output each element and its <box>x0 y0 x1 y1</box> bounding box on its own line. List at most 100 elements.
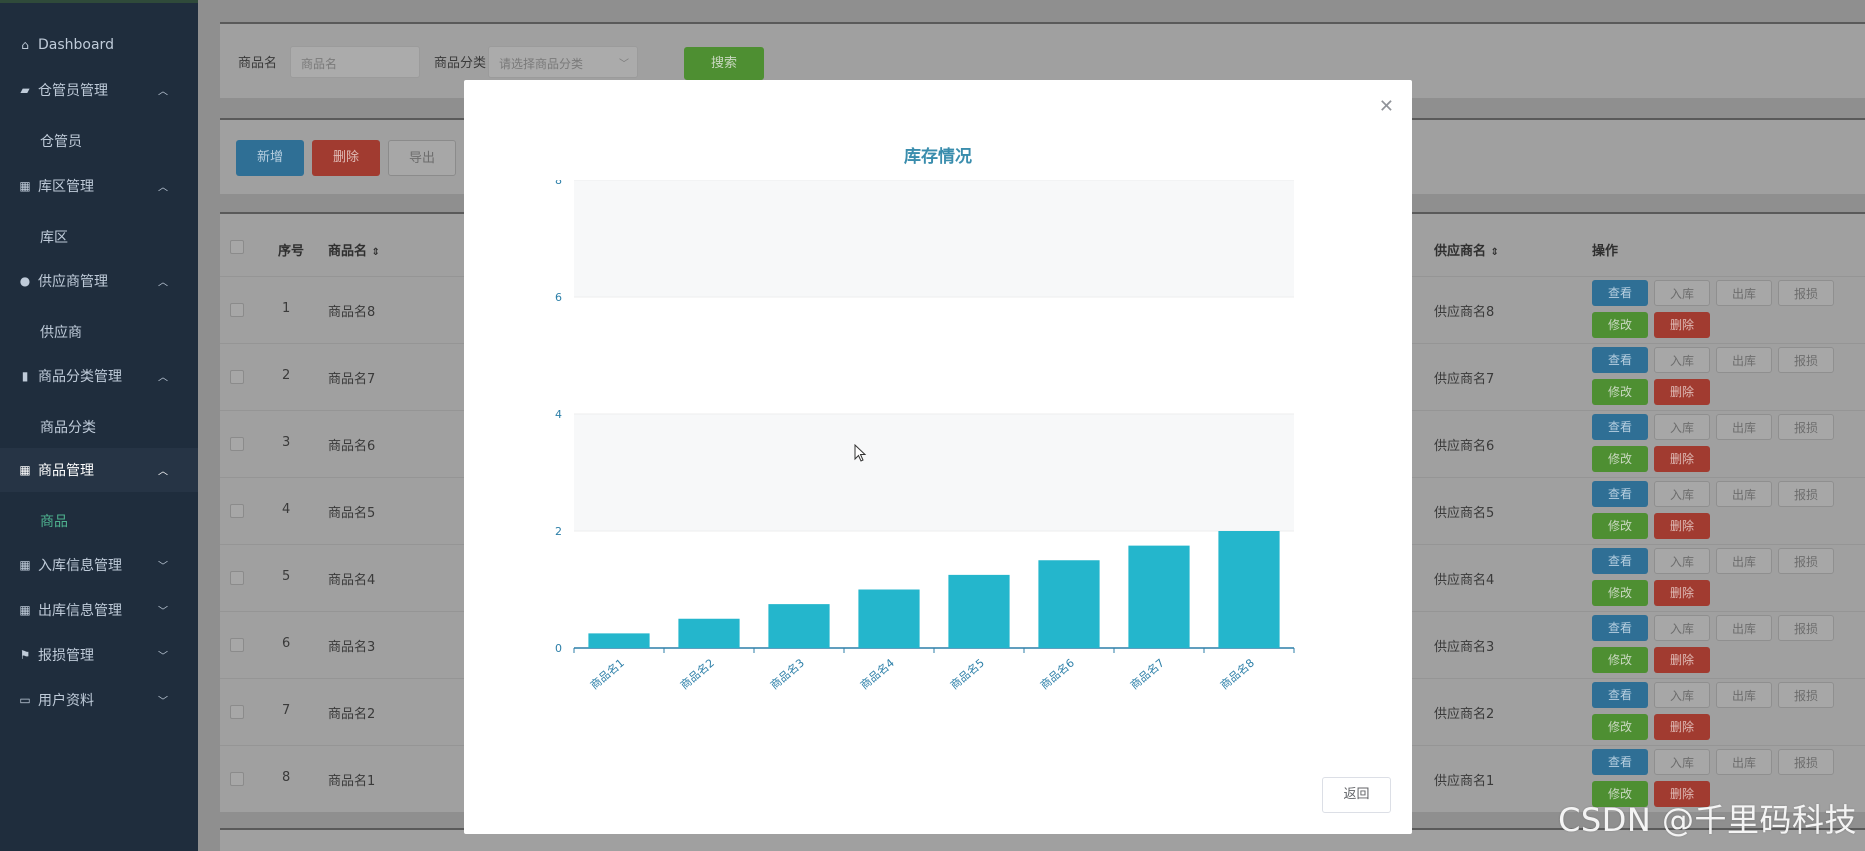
chevron-up-icon: ︿ <box>158 466 168 478</box>
edit-button[interactable]: 修改 <box>1592 513 1648 539</box>
edit-button[interactable]: 修改 <box>1592 580 1648 606</box>
row-checkbox[interactable] <box>230 705 244 719</box>
header-supplier[interactable]: 供应商名 ⇕ <box>1434 240 1499 259</box>
export-button[interactable]: 导出 <box>388 140 456 176</box>
row-delete-button[interactable]: 删除 <box>1654 647 1710 673</box>
search-button[interactable]: 搜索 <box>684 47 764 80</box>
row-checkbox[interactable] <box>230 370 244 384</box>
row-delete-button[interactable]: 删除 <box>1654 446 1710 472</box>
chevron-up-icon: ︿ <box>158 372 168 384</box>
edit-button[interactable]: 修改 <box>1592 379 1648 405</box>
stock-out-button[interactable]: 出库 <box>1716 347 1772 373</box>
sidebar-item-label: 供应商 <box>40 325 82 341</box>
bar <box>948 574 1010 648</box>
category-label: 商品分类 <box>434 56 487 71</box>
close-icon[interactable]: ✕ <box>1379 96 1394 117</box>
row-checkbox[interactable] <box>230 638 244 652</box>
edit-button[interactable]: 修改 <box>1592 647 1648 673</box>
row-delete-button[interactable]: 删除 <box>1654 312 1710 338</box>
sidebar-item-warehouse-keeper[interactable]: 仓管员 <box>0 119 198 163</box>
row-delete-button[interactable]: 删除 <box>1654 379 1710 405</box>
damage-button[interactable]: 报损 <box>1778 749 1834 775</box>
x-tick-label: 商品名3 <box>767 656 807 692</box>
bar <box>858 589 920 648</box>
stock-in-button[interactable]: 入库 <box>1654 414 1710 440</box>
stock-in-button[interactable]: 入库 <box>1654 280 1710 306</box>
chevron-up-icon: ︿ <box>158 277 168 289</box>
damage-button[interactable]: 报损 <box>1778 280 1834 306</box>
product-name-input[interactable]: 商品名 <box>290 46 420 78</box>
row-delete-button[interactable]: 删除 <box>1654 513 1710 539</box>
sidebar-item-storage-area[interactable]: 库区 <box>0 215 198 259</box>
sidebar-item-label: 入库信息管理 <box>38 558 122 574</box>
row-checkbox[interactable] <box>230 504 244 518</box>
view-button[interactable]: 查看 <box>1592 548 1648 574</box>
edit-button[interactable]: 修改 <box>1592 714 1648 740</box>
sidebar-item-supplier[interactable]: 供应商 <box>0 310 198 354</box>
row-delete-button[interactable]: 删除 <box>1654 714 1710 740</box>
cell-index: 7 <box>282 703 291 718</box>
header-actions: 操作 <box>1592 244 1619 259</box>
row-checkbox[interactable] <box>230 571 244 585</box>
damage-button[interactable]: 报损 <box>1778 414 1834 440</box>
sidebar-group-products[interactable]: ▦ 商品管理 ︿ <box>0 448 198 492</box>
stock-out-button[interactable]: 出库 <box>1716 280 1772 306</box>
view-button[interactable]: 查看 <box>1592 682 1648 708</box>
sidebar-item-label: 仓管员 <box>40 134 82 150</box>
grid-icon: ▦ <box>19 603 31 617</box>
damage-button[interactable]: 报损 <box>1778 347 1834 373</box>
view-button[interactable]: 查看 <box>1592 347 1648 373</box>
stock-out-button[interactable]: 出库 <box>1716 682 1772 708</box>
view-button[interactable]: 查看 <box>1592 749 1648 775</box>
cell-supplier: 供应商名2 <box>1434 707 1495 722</box>
add-button[interactable]: 新增 <box>236 140 304 176</box>
view-button[interactable]: 查看 <box>1592 414 1648 440</box>
view-button[interactable]: 查看 <box>1592 615 1648 641</box>
sidebar-group-suppliers[interactable]: ● 供应商管理 ︿ <box>0 259 198 303</box>
row-delete-button[interactable]: 删除 <box>1654 580 1710 606</box>
view-button[interactable]: 查看 <box>1592 481 1648 507</box>
delete-button[interactable]: 删除 <box>312 140 380 176</box>
sidebar-group-storage-area[interactable]: ▦ 库区管理 ︿ <box>0 164 198 208</box>
sidebar-group-categories[interactable]: ▮ 商品分类管理 ︿ <box>0 354 198 398</box>
stock-in-button[interactable]: 入库 <box>1654 749 1710 775</box>
row-checkbox[interactable] <box>230 772 244 786</box>
back-button[interactable]: 返回 <box>1322 777 1391 813</box>
mouse-cursor-icon <box>854 444 867 462</box>
sidebar-item-category[interactable]: 商品分类 <box>0 405 198 449</box>
damage-button[interactable]: 报损 <box>1778 481 1834 507</box>
stock-out-button[interactable]: 出库 <box>1716 749 1772 775</box>
cell-name: 商品名5 <box>328 506 376 521</box>
row-checkbox[interactable] <box>230 437 244 451</box>
select-all-checkbox[interactable] <box>230 240 244 254</box>
cell-name: 商品名2 <box>328 707 376 722</box>
edit-button[interactable]: 修改 <box>1592 312 1648 338</box>
damage-button[interactable]: 报损 <box>1778 682 1834 708</box>
stock-in-button[interactable]: 入库 <box>1654 682 1710 708</box>
sidebar-item-product[interactable]: 商品 <box>0 499 198 543</box>
edit-button[interactable]: 修改 <box>1592 446 1648 472</box>
stock-out-button[interactable]: 出库 <box>1716 481 1772 507</box>
view-button[interactable]: 查看 <box>1592 280 1648 306</box>
x-tick-label: 商品名5 <box>947 656 987 692</box>
sidebar-group-damage[interactable]: ⚑ 报损管理 ﹀ <box>0 633 198 677</box>
damage-button[interactable]: 报损 <box>1778 615 1834 641</box>
header-name[interactable]: 商品名 ⇕ <box>328 240 380 259</box>
stock-in-button[interactable]: 入库 <box>1654 548 1710 574</box>
stock-out-button[interactable]: 出库 <box>1716 414 1772 440</box>
row-checkbox[interactable] <box>230 303 244 317</box>
stock-out-button[interactable]: 出库 <box>1716 615 1772 641</box>
sidebar-item-dashboard[interactable]: ⌂ Dashboard <box>0 23 198 67</box>
sidebar-group-warehouse-keepers[interactable]: ▰ 仓管员管理 ︿ <box>0 68 198 112</box>
stock-out-button[interactable]: 出库 <box>1716 548 1772 574</box>
sidebar-group-inbound[interactable]: ▦ 入库信息管理 ﹀ <box>0 543 198 587</box>
category-select[interactable]: 请选择商品分类 ﹀ <box>488 46 638 78</box>
stock-in-button[interactable]: 入库 <box>1654 615 1710 641</box>
x-tick-label: 商品名6 <box>1037 656 1077 692</box>
stock-in-button[interactable]: 入库 <box>1654 347 1710 373</box>
stock-in-button[interactable]: 入库 <box>1654 481 1710 507</box>
sidebar-group-outbound[interactable]: ▦ 出库信息管理 ﹀ <box>0 588 198 632</box>
damage-button[interactable]: 报损 <box>1778 548 1834 574</box>
cell-name: 商品名7 <box>328 372 376 387</box>
sidebar-group-user-profile[interactable]: ▭ 用户资料 ﹀ <box>0 678 198 722</box>
